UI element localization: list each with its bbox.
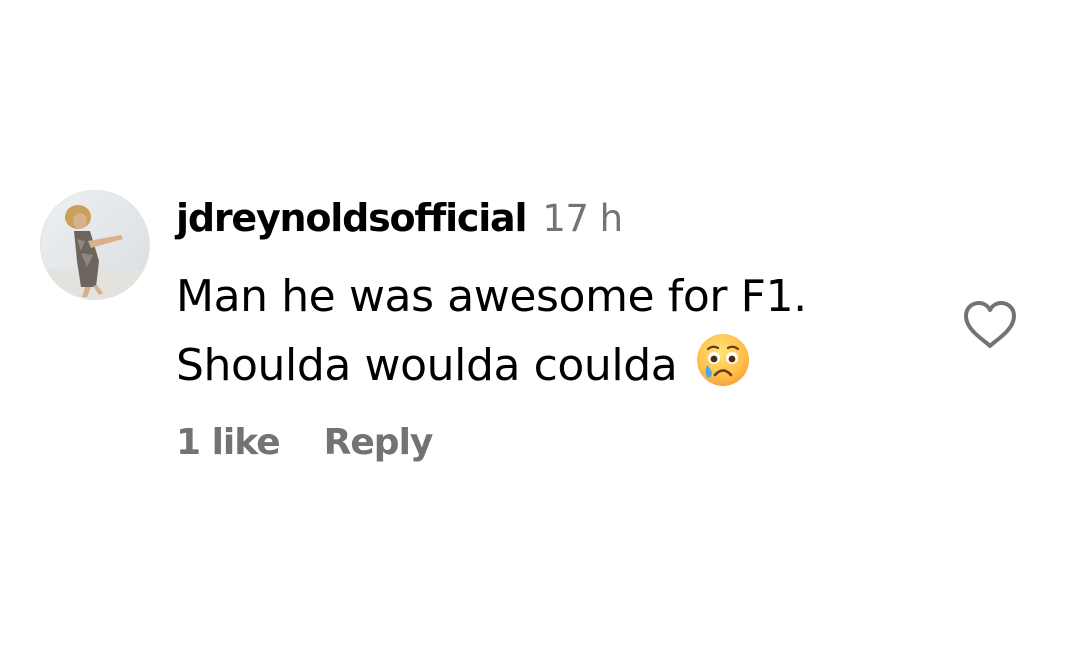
comment-text-line-2-text: Shoulda woulda coulda [176, 340, 678, 391]
comment-item: jdreynoldsofficial 17 h Man he was aweso… [0, 0, 1080, 650]
avatar-image [41, 191, 149, 299]
like-button[interactable] [962, 300, 1018, 350]
username-link[interactable]: jdreynoldsofficial [176, 196, 528, 240]
comment-text-line-1: Man he was awesome for F1. [176, 271, 807, 322]
crying-face-emoji-icon [695, 332, 751, 388]
comment-header: jdreynoldsofficial 17 h [176, 196, 623, 248]
comment-actions: 1 like Reply [176, 422, 434, 463]
comment-text-line-2: Shoulda woulda coulda [176, 331, 896, 400]
reply-button[interactable]: Reply [324, 422, 434, 463]
avatar[interactable] [41, 191, 149, 299]
comment-timestamp[interactable]: 17 h [542, 197, 623, 240]
likes-count-link[interactable]: 1 like [176, 422, 281, 463]
comment-text: Man he was awesome for F1. Shoulda would… [176, 262, 896, 400]
heart-outline-icon [964, 301, 1016, 348]
